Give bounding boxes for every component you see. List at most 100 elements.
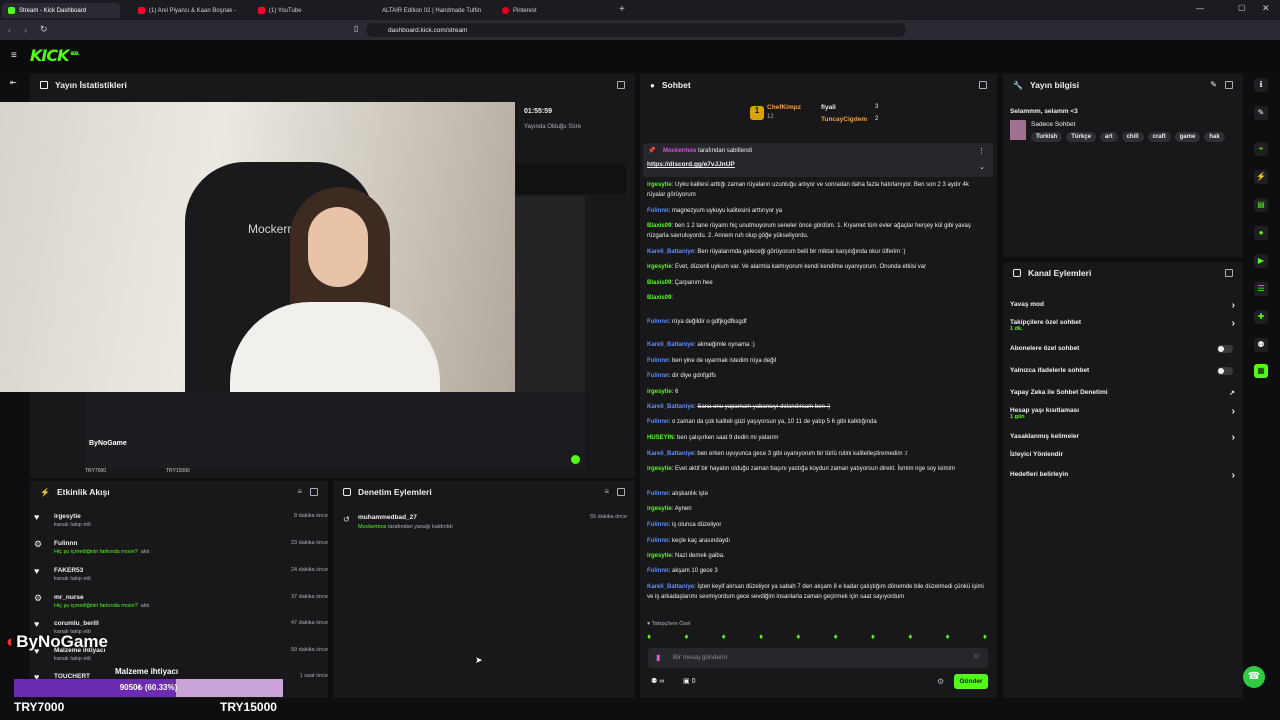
event-user[interactable]: Fulinnn [38,540,328,547]
stack-icon[interactable]: ☰ [1254,282,1268,296]
stream-tag[interactable]: hak [1204,132,1225,142]
chat-username[interactable]: Blaxis09 [647,280,671,286]
chat-username[interactable]: Fulinnn [647,568,669,574]
more-icon[interactable]: ⋮ [978,147,985,155]
chat-message[interactable]: irgesytie: 6 [647,388,987,398]
emote-row[interactable]: ♦ ♦ ♦ ♦ ♦ ♦ ♦ ♦ ♦ ♦ [647,632,987,644]
close-window-icon[interactable]: ✕ [1262,3,1270,14]
chat-username[interactable]: Kareli_Battaniye [647,249,694,255]
chat-message[interactable]: Blaxis09: ben 1 2 tane rüyamı hiç unutmu… [647,222,987,241]
browser-tab-pinterest[interactable]: Pinterest [496,3,608,18]
chat-message[interactable]: irgesytie: Uyku kalitesi arttığı zaman r… [647,181,987,200]
emote-icon[interactable]: ♦ [834,632,838,644]
bookmark-icon[interactable]: ▯ [354,24,358,33]
chat-username[interactable]: irgesytie [647,553,672,559]
browser-tab-youtube[interactable]: (1) YouTube [252,3,364,18]
emote-icon[interactable]: ♦ [983,632,987,644]
chat-message[interactable]: Fulinnn: rüya değildir o gdfjkgdfksgdf [647,318,987,328]
chat-icon[interactable]: ● [1254,226,1268,240]
chat-message[interactable]: Fulinnn: akşam 10 gece 3 [647,567,987,577]
pinned-link[interactable]: https://discord.gg/e7vJJnUP [647,161,735,168]
chat-message[interactable]: Fulinnn: magnezyum uykuyu kalitesini art… [647,207,987,217]
toggle-switch[interactable] [1217,345,1233,353]
kick-logo[interactable]: KICK BETA [30,46,79,65]
minimize-icon[interactable]: — [1196,4,1204,13]
browser-tab-music[interactable]: (1) Anıl Piyancı & Kaan Boşnak - [132,3,244,18]
bolt-icon[interactable]: ⚡ [1254,170,1268,184]
stream-category[interactable]: Sadece Sohbet [1031,121,1075,128]
maximize-icon[interactable]: ▢ [1238,3,1246,12]
chat-message[interactable]: Fulinnn: o zaman da çok kaliteli güzi ya… [647,418,987,428]
popout-icon[interactable] [1225,269,1233,277]
chat-message[interactable]: Kareli_Battaniye: Sana onu yapamam yaban… [647,403,987,413]
chat-message[interactable]: Fulinnn: alışkanlık işte [647,490,987,500]
chat-username[interactable]: Fulinnn [647,419,669,425]
chat-message[interactable]: Kareli_Battaniye: Ben rüyalarımda gelece… [647,248,987,258]
chat-message[interactable]: irgesytie: Evet, düzenli uykum var. Ve a… [647,263,987,273]
event-user[interactable]: irgesytie [38,513,328,520]
menu-icon[interactable]: ≡ [11,50,17,61]
users-icon[interactable]: ⚉ [1254,338,1268,352]
chat-message[interactable]: irgesytie: Nazi demek gaiba. [647,552,987,562]
popout-icon[interactable] [617,488,625,496]
stream-tag[interactable]: Türkçe [1066,132,1096,142]
info-icon[interactable]: ℹ [1254,78,1268,92]
popout-icon[interactable] [310,488,318,496]
chat-message[interactable]: HUSEYIN: ben çalışırken saat 9 dedin mi … [647,434,987,444]
chat-username[interactable]: irgesytie [647,466,672,472]
top-gifter-1[interactable]: ChefKimpz [767,104,801,111]
channel-action-item[interactable]: Yapay Zeka ile Sohbet Denetimi ↗ [1010,389,1235,397]
chat-message[interactable]: Fulinnn: iş olunca düzeliyor [647,521,987,531]
chat-message[interactable]: Kareli_Battaniye: akmeğimle oynama :) [647,341,987,351]
chat-username[interactable]: Kareli_Battaniye [647,342,694,348]
chat-username[interactable]: Fulinnn [647,208,669,214]
crosshair-icon[interactable]: ⌖ [1254,142,1268,156]
emote-icon[interactable]: ♦ [946,632,950,644]
chevron-down-icon[interactable]: ⌄ [979,163,985,171]
mic-icon[interactable]: ▮ [656,653,660,662]
category-thumbnail[interactable] [1010,120,1026,140]
emote-icon[interactable]: ♦ [684,632,688,644]
channel-action-item[interactable]: Abonelere özel sohbet [1010,345,1235,353]
send-button[interactable]: Gönder [954,674,988,689]
filter-icon[interactable]: ≡ [297,487,302,496]
top-gifter-2[interactable]: fiyali [821,104,836,111]
pencil-icon[interactable]: ✎ [1254,106,1268,120]
event-user[interactable]: FAKER53 [38,567,328,574]
chat-username[interactable]: Kareli_Battaniye [647,404,694,410]
new-tab-icon[interactable]: + [619,4,625,15]
stream-tag[interactable]: Turkish [1031,132,1063,142]
chat-username[interactable]: irgesytie [647,182,672,188]
emote-icon[interactable]: ♦ [908,632,912,644]
top-gifter-3[interactable]: TuncayCigdem [821,116,867,123]
emote-icon[interactable]: ♦ [722,632,726,644]
chat-username[interactable]: irgesytie [647,389,672,395]
mod-entry-user[interactable]: muhammedbad_27 [358,514,417,521]
emote-icon[interactable]: ♦ [759,632,763,644]
tool-icon[interactable]: ✚ [1254,310,1268,324]
stream-tag[interactable]: game [1174,132,1201,142]
channel-action-item[interactable]: Hesap yaşı kısıtlaması 1 gün › [1010,407,1235,421]
chat-username[interactable]: Fulinnn [647,522,669,528]
chat-message[interactable]: Fulinnn: ben yine de uyarmak istedim rüy… [647,357,987,367]
clipboard-icon[interactable]: ▤ [1254,198,1268,212]
chat-username[interactable]: HUSEYIN [647,435,674,441]
grid-icon[interactable]: ▦ [1254,364,1268,378]
media-icon[interactable]: ▶ [1254,254,1268,268]
pinned-message[interactable]: 📌 Mockermos tarafından sabitlendi https:… [643,143,993,177]
help-support-icon[interactable]: ☎ [1243,666,1265,688]
edit-pencil-icon[interactable]: ✎ [1210,80,1217,89]
chat-message[interactable]: irgesytie: Evet aktif bir hayatın olduğu… [647,465,987,475]
channel-action-item[interactable]: İzleyici Yönlendir [1010,451,1235,458]
chat-settings-gear-icon[interactable]: ⚙ [937,677,944,686]
emote-icon[interactable]: ♦ [871,632,875,644]
chat-message[interactable]: Kareli_Battaniye: İşten keyif alırsan dü… [647,583,987,602]
chat-username[interactable]: Blaxis09 [647,295,671,301]
channel-action-item[interactable]: Yalnızca ifadelerle sohbet [1010,367,1235,375]
chat-username[interactable]: Fulinnn [647,358,669,364]
event-user[interactable]: mr_nurse [38,594,328,601]
reload-icon[interactable]: ↻ [40,24,48,35]
stream-tag[interactable]: art [1099,132,1118,142]
chat-username[interactable]: Kareli_Battaniye [647,584,694,590]
filter-icon[interactable]: ≡ [604,487,609,496]
